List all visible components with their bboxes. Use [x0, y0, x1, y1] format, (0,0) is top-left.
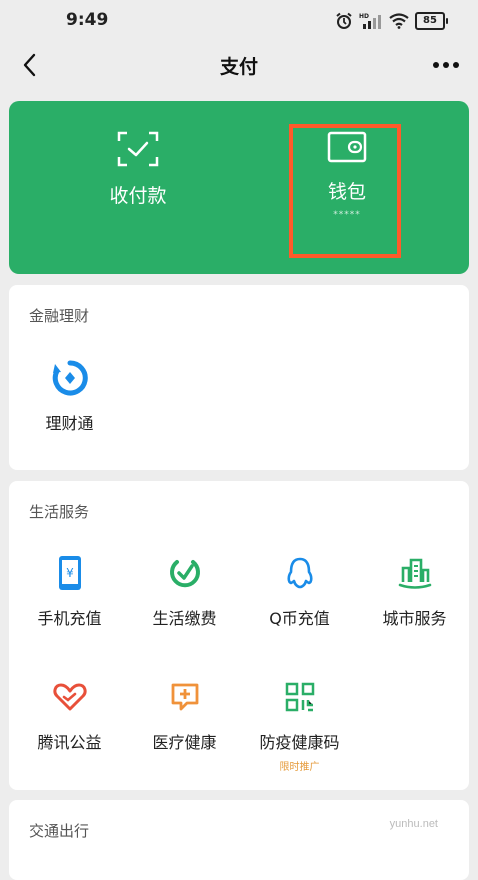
wallet-highlight-box — [289, 124, 401, 258]
nav-bar: 支付 — [0, 40, 478, 90]
service-licaitong[interactable]: 理财通 — [12, 360, 127, 470]
phone-topup-icon: ¥ — [52, 555, 88, 591]
scan-check-icon — [117, 131, 159, 167]
service-label: 城市服务 — [382, 609, 447, 628]
more-button[interactable] — [426, 47, 466, 83]
service-medical[interactable]: 医疗健康 — [127, 679, 242, 789]
section-title-finance: 金融理财 — [29, 307, 90, 325]
battery-icon: 85 — [415, 12, 448, 30]
bill-payment-icon — [167, 555, 203, 591]
status-time: 9:49 — [66, 10, 109, 30]
service-label: 腾讯公益 — [37, 733, 102, 752]
service-health-code[interactable]: 防疫健康码 限时推广 — [242, 679, 357, 789]
service-bill-payment[interactable]: 生活缴费 — [127, 555, 242, 665]
promo-badge: 限时推广 — [279, 762, 320, 773]
more-dots-icon — [433, 62, 459, 68]
service-label: 理财通 — [45, 414, 94, 433]
qr-code-icon — [282, 679, 318, 715]
signal-icon: HD — [359, 12, 383, 30]
city-service-icon — [397, 555, 433, 591]
service-label: 防疫健康码 — [259, 733, 340, 752]
section-title-transport: 交通出行 — [29, 822, 90, 840]
wifi-icon — [389, 13, 409, 29]
hd-text: HD — [359, 13, 369, 20]
service-charity[interactable]: 腾讯公益 — [12, 679, 127, 789]
watermark: yunhu.net — [389, 818, 438, 830]
service-qq-coin[interactable]: Q币充值 — [242, 555, 357, 665]
collect-pay-label: 收付款 — [109, 185, 167, 207]
medical-icon — [167, 679, 203, 715]
qq-coin-icon — [282, 555, 318, 591]
life-services-section: 生活服务 ¥ 手机充值 生活缴费 Q币充值 城市服务 腾讯公益 医疗健康 防疫健… — [9, 481, 469, 790]
transport-section: 交通出行 — [9, 800, 469, 880]
collect-pay-button[interactable]: 收付款 — [48, 131, 228, 251]
status-bar: 9:49 HD 85 — [0, 0, 478, 40]
service-city[interactable]: 城市服务 — [357, 555, 472, 665]
finance-section: 金融理财 理财通 — [9, 285, 469, 470]
alarm-icon — [335, 12, 353, 30]
svg-text:¥: ¥ — [66, 566, 74, 580]
section-title-life: 生活服务 — [29, 503, 90, 521]
service-label: Q币充值 — [269, 609, 330, 628]
licaitong-icon — [52, 360, 88, 396]
page-title: 支付 — [219, 56, 258, 78]
battery-level: 85 — [415, 12, 445, 30]
service-label: 手机充值 — [37, 609, 102, 628]
service-label: 生活缴费 — [152, 609, 217, 628]
charity-heart-icon — [52, 679, 88, 715]
status-icons: HD 85 — [335, 10, 448, 32]
service-label: 医疗健康 — [152, 733, 217, 752]
service-phone-topup[interactable]: ¥ 手机充值 — [12, 555, 127, 665]
